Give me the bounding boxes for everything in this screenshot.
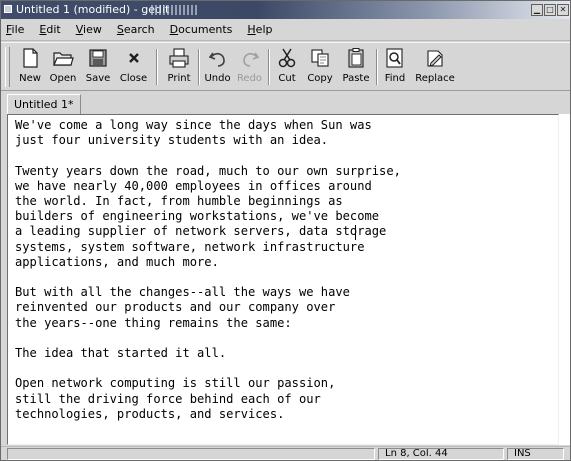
redo-arrow-icon [243, 52, 260, 67]
find-button[interactable]: Find [380, 46, 410, 88]
editor-content[interactable]: We've come a long way since the days whe… [15, 118, 401, 422]
editor-line[interactable]: reinvented our products and our company … [15, 300, 401, 315]
toolbar-separator [198, 49, 200, 85]
status-message [7, 448, 375, 460]
document-tab-bar: Untitled 1* [1, 92, 570, 115]
editor-line[interactable]: systems, system software, network infras… [15, 240, 401, 255]
insert-mode: INS [507, 448, 564, 460]
toolbar-separator [268, 49, 270, 85]
save-button-label: Save [85, 73, 111, 84]
title-bar[interactable]: Untitled 1 (modified) - gedit ▁ □ ✕ [1, 1, 570, 19]
editor-margin [559, 114, 570, 445]
print-button[interactable]: Print [163, 46, 195, 88]
save-disk-icon [89, 49, 107, 67]
status-bar: Ln 8, Col. 44 INS [1, 446, 570, 460]
close-x-icon [129, 53, 139, 63]
menu-documents[interactable]: Documents [170, 22, 233, 38]
toolbar-separator [376, 49, 378, 85]
editor-line[interactable] [15, 331, 401, 346]
replace-button[interactable]: Replace [412, 46, 458, 88]
menu-view-mnemonic: V [75, 22, 84, 36]
menu-edit-label: dit [46, 22, 61, 36]
redo-button[interactable]: Redo [234, 46, 265, 88]
menu-search[interactable]: Search [117, 22, 155, 38]
cursor-position: Ln 8, Col. 44 [378, 448, 504, 460]
window-controls: ▁ □ ✕ [531, 4, 569, 16]
close-button-label: Close [119, 73, 148, 84]
gedit-window: Untitled 1 (modified) - gedit ▁ □ ✕ File… [0, 0, 571, 461]
close-icon[interactable]: ✕ [557, 4, 569, 16]
copy-button-label: Copy [307, 73, 333, 84]
find-button-label: Find [384, 73, 406, 84]
editor-line[interactable]: We've come a long way since the days whe… [15, 118, 401, 133]
window-title: Untitled 1 (modified) - gedit [16, 3, 170, 16]
open-folder-icon [53, 52, 74, 66]
save-button[interactable]: Save [82, 46, 114, 88]
menu-help[interactable]: Help [247, 22, 272, 38]
cut-button[interactable]: Cut [272, 46, 302, 88]
menu-search-mnemonic: S [116, 22, 124, 36]
open-button[interactable]: Open [47, 46, 79, 88]
menu-help-mnemonic: H [247, 22, 256, 36]
open-button-label: Open [49, 73, 77, 84]
editor-line[interactable]: Open network computing is still our pass… [15, 376, 401, 391]
menu-edit[interactable]: Edit [39, 22, 60, 38]
menu-view-label: iew [83, 22, 102, 36]
toolbar-separator [156, 49, 158, 85]
undo-arrow-icon [208, 52, 225, 67]
menu-view[interactable]: View [76, 22, 102, 38]
menu-documents-label: ocuments [178, 22, 233, 36]
undo-button[interactable]: Undo [202, 46, 233, 88]
title-grip [151, 5, 199, 15]
text-editor[interactable]: We've come a long way since the days whe… [7, 114, 559, 445]
close-button[interactable]: Close [117, 46, 150, 88]
editor-line[interactable]: just four university students with an id… [15, 133, 401, 148]
text-cursor [355, 225, 356, 240]
editor-line[interactable] [15, 148, 401, 163]
new-button-label: New [19, 73, 41, 84]
copy-button[interactable]: Copy [304, 46, 336, 88]
editor-line[interactable] [15, 270, 401, 285]
copy-icon [311, 49, 329, 67]
paste-button-label: Paste [342, 73, 370, 84]
editor-line[interactable]: Twenty years down the road, much to our … [15, 164, 401, 179]
editor-line[interactable]: technologies, products, and services. [15, 407, 401, 422]
undo-button-label: Undo [204, 73, 231, 84]
menu-documents-mnemonic: D [169, 22, 179, 36]
find-magnifier-icon [386, 48, 403, 68]
menu-file-label: ile [11, 22, 25, 36]
editor-line[interactable]: a leading supplier of network servers, d… [15, 224, 401, 239]
editor-line[interactable]: the world. In fact, from humble beginnin… [15, 194, 401, 209]
editor-line[interactable] [15, 361, 401, 376]
editor-line[interactable]: we have nearly 40,000 employees in offic… [15, 179, 401, 194]
new-document-icon [23, 48, 38, 68]
menu-help-label: elp [255, 22, 273, 36]
printer-icon [169, 48, 189, 68]
new-button[interactable]: New [15, 46, 45, 88]
editor-line[interactable]: But with all the changes--all the ways w… [15, 285, 401, 300]
editor-line[interactable]: builders of engineering workstations, we… [15, 209, 401, 224]
replace-icon [427, 50, 443, 67]
menu-search-label: earch [123, 22, 155, 36]
menu-file[interactable]: File [6, 22, 24, 38]
editor-line[interactable]: still the driving force behind each of o… [15, 392, 401, 407]
editor-line[interactable]: the years--one thing remains the same: [15, 316, 401, 331]
cut-button-label: Cut [278, 73, 296, 84]
print-button-label: Print [167, 73, 191, 84]
toolbar-drag-handle[interactable] [5, 47, 10, 87]
toolbar: New Open Save Close Print Undo Redo Cut … [1, 42, 570, 91]
menu-bar: File Edit View Search Documents Help [1, 19, 570, 41]
paste-clipboard-icon [348, 48, 364, 68]
window-menu-icon[interactable] [4, 5, 12, 13]
redo-button-label: Redo [236, 73, 263, 84]
minimize-icon[interactable]: ▁ [531, 4, 543, 16]
paste-button[interactable]: Paste [339, 46, 373, 88]
maximize-icon[interactable]: □ [544, 4, 556, 16]
tab-untitled-1[interactable]: Untitled 1* [7, 94, 81, 115]
editor-line[interactable]: The idea that started it all. [15, 346, 401, 361]
replace-button-label: Replace [415, 73, 455, 84]
scissors-icon [278, 48, 296, 68]
editor-line[interactable]: applications, and much more. [15, 255, 401, 270]
